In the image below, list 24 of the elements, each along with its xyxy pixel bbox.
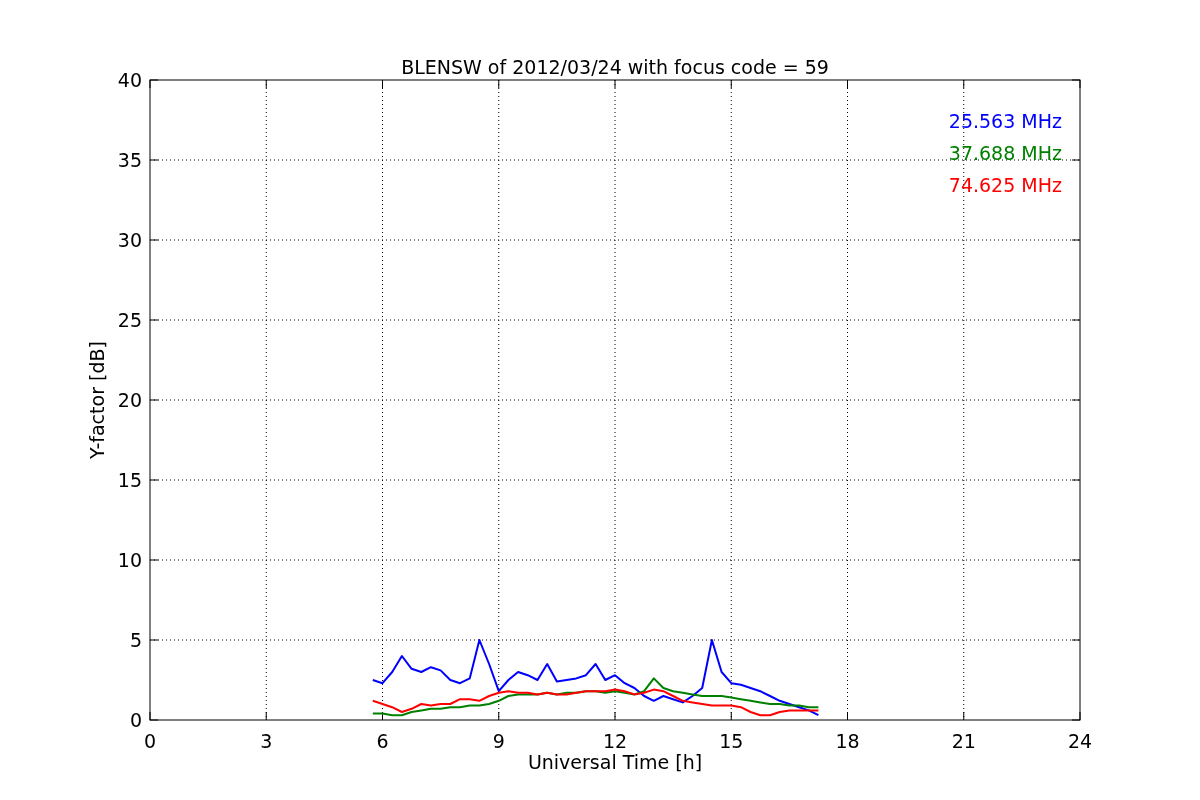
y-tick-label: 25 [117,309,142,331]
y-tick-label: 0 [129,709,142,731]
y-axis-label: Y-factor [dB] [86,341,108,459]
y-tick-label: 10 [117,549,142,571]
x-tick-label: 18 [835,730,860,752]
x-tick-label: 24 [1067,730,1093,752]
x-tick-label: 21 [951,730,976,752]
x-axis-label: Universal Time [h] [527,751,703,773]
y-tick-label: 35 [117,149,142,171]
y-tick-label: 30 [117,229,142,251]
y-tick-label: 5 [129,629,142,651]
x-tick-label: 6 [376,730,389,752]
y-tick-label: 15 [117,469,142,491]
x-tick-label: 0 [143,730,157,752]
x-tick-label: 12 [602,730,628,752]
y-tick-label: 20 [117,389,142,411]
legend-label: 37.688 MHz [948,142,1062,164]
legend-label: 74.625 MHz [948,174,1062,196]
x-tick-label: 3 [260,730,273,752]
chart-title: BLENSW of 2012/03/24 with focus code = 59 [401,56,829,78]
legend-label: 25.563 MHz [948,110,1062,132]
y-tick-label: 40 [117,69,142,91]
x-tick-label: 9 [492,730,505,752]
x-tick-label: 15 [719,730,744,752]
